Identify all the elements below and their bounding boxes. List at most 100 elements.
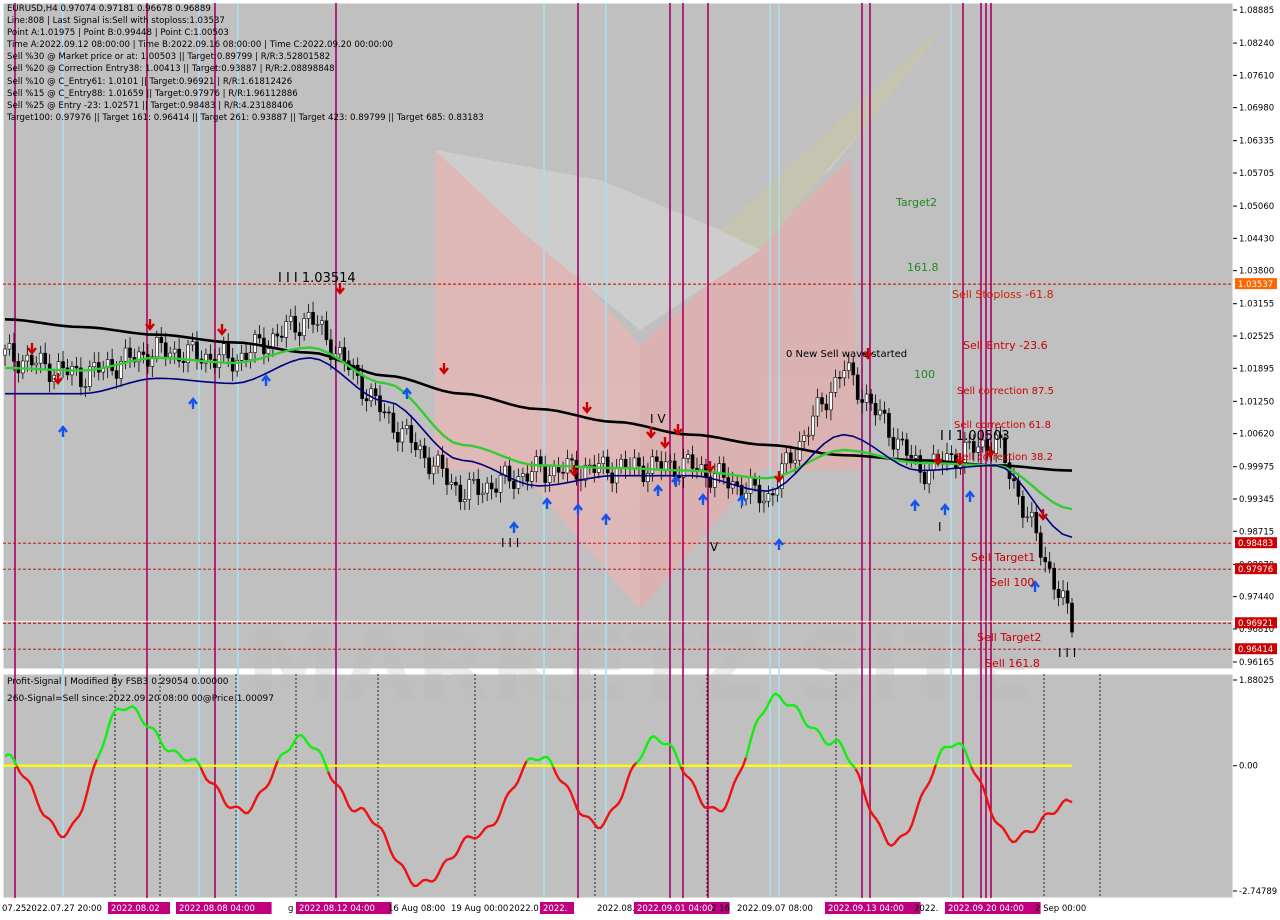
time-axis-label: 2022.09.13 04:00 [828, 904, 904, 914]
candle-body [623, 458, 628, 469]
wave-label-i2: I [938, 520, 942, 534]
candle-body [396, 432, 400, 443]
time-axis-label: 2022. [543, 904, 567, 914]
sell-target1-label: Sell Target1 [971, 551, 1035, 564]
candle-body [878, 409, 882, 416]
candle-body [92, 362, 97, 368]
candle-body [21, 360, 25, 374]
candle-body [605, 456, 610, 474]
sell-target2-label: Sell Target2 [977, 631, 1041, 644]
candle-body [833, 377, 838, 393]
candle-body [686, 454, 690, 459]
candle-body [864, 393, 869, 403]
candle-body [922, 472, 927, 485]
candle-body [610, 472, 614, 484]
candle-body [820, 397, 824, 405]
candle-body [257, 334, 262, 339]
candle-body [1038, 532, 1043, 558]
candle-body [547, 475, 552, 483]
candle-body [521, 473, 525, 477]
signal-info-panel: EURUSD,H4 0.97074 0.97181 0.96678 0.9688… [7, 3, 484, 124]
candle-body [141, 351, 146, 355]
time-axis-label: 2 Sep 00:00 [1035, 904, 1086, 914]
sell-100-label: Sell 100 [990, 576, 1034, 589]
price-axis-label: 0.97440 [1239, 593, 1274, 603]
info-line: Sell %15 @ C_Entry88: 1.01659 || Target:… [7, 88, 298, 99]
candle-body [476, 478, 481, 495]
wave-label-c: I I 1.00503 [940, 429, 1010, 444]
candle-body [413, 442, 418, 451]
candle-body [342, 347, 347, 362]
price-axis-label: 1.06980 [1239, 104, 1274, 114]
candle-body [788, 452, 793, 464]
candle-body [12, 343, 16, 362]
candle-body [172, 348, 177, 354]
candle-body [512, 480, 516, 489]
candle-body [378, 395, 382, 413]
candle-body [1025, 516, 1030, 519]
info-line: Sell %30 @ Market price or at: 1.00503 |… [7, 52, 331, 63]
osc-axis-label: 0.00 [1239, 762, 1258, 772]
candle-body [1021, 496, 1025, 518]
candle-body [561, 471, 565, 474]
candle-body [887, 413, 891, 438]
candle-body [838, 377, 842, 379]
info-line: EURUSD,H4 0.97074 0.97181 0.96678 0.9688… [7, 4, 211, 14]
candle-body [588, 464, 592, 467]
candle-body [400, 428, 405, 443]
candle-body [869, 393, 873, 404]
candle-body [1061, 590, 1065, 598]
candle-body [431, 465, 436, 475]
sell-correction-875-label: Sell correction 87.5 [957, 386, 1054, 397]
candle-body [757, 484, 762, 504]
candle-body [226, 343, 231, 359]
candle-body [458, 484, 463, 503]
candle-body [806, 434, 811, 437]
candle-body [427, 457, 431, 475]
candle-body [735, 481, 739, 486]
price-axis-label: 1.08885 [1239, 6, 1274, 16]
time-axis-label: 2022.08.12 04:00 [299, 904, 375, 914]
fib-100-label: 100 [914, 368, 935, 381]
candle-body [543, 466, 547, 483]
candle-body [83, 386, 88, 388]
candle-body [74, 365, 79, 369]
candle-body [404, 425, 409, 430]
candle-body [485, 482, 489, 494]
candle-body [721, 463, 726, 478]
chart-canvas: MARKETZ SITE 1.08885 1.08240 1.07610 1.06980… [0, 0, 1280, 920]
candle-body [463, 499, 467, 503]
candle-body [829, 392, 833, 411]
price-axis-label: 0.99345 [1239, 495, 1274, 505]
candle-body [748, 477, 753, 494]
candle-body [275, 333, 280, 337]
wave-label-last: I I I [1058, 646, 1076, 660]
info-line: Time A:2022.09.12 08:00:00 | Time B:2022… [7, 40, 393, 51]
candle-body [471, 478, 476, 481]
candle-body [846, 362, 851, 371]
candle-body [766, 493, 771, 502]
price-axis-label: 0.99975 [1239, 463, 1274, 473]
info-line: Target100: 0.97976 || Target 161: 0.9641… [7, 112, 484, 123]
price-tag-label: 0.96414 [1238, 645, 1273, 655]
candle-body [927, 469, 931, 485]
candle-body [61, 361, 65, 369]
candle-body [713, 473, 717, 488]
candle-body [248, 352, 253, 361]
time-axis-label: 2022.09.20 04:00 [948, 904, 1024, 914]
candle-body [320, 320, 324, 325]
time-axis-label: 07.25 [2, 904, 26, 914]
time-axis-label: 2022.08.3 [597, 904, 640, 914]
candle-body [213, 359, 217, 368]
candle-body [762, 500, 766, 504]
candle-body [592, 464, 597, 473]
osc-axis-label: -2.74789 [1239, 887, 1277, 897]
time-axis-label: 2022.08.08 04:00 [179, 904, 255, 914]
candle-body [842, 370, 847, 379]
info-line: Point A:1.01975 | Point B:0.99448 | Poin… [7, 28, 229, 39]
candle-body [811, 415, 815, 436]
candle-body [784, 452, 789, 465]
candle-body [208, 353, 213, 360]
price-axis-label: 1.07610 [1239, 71, 1274, 81]
time-axis-label: 2022.09.01 04:00 [637, 904, 713, 914]
